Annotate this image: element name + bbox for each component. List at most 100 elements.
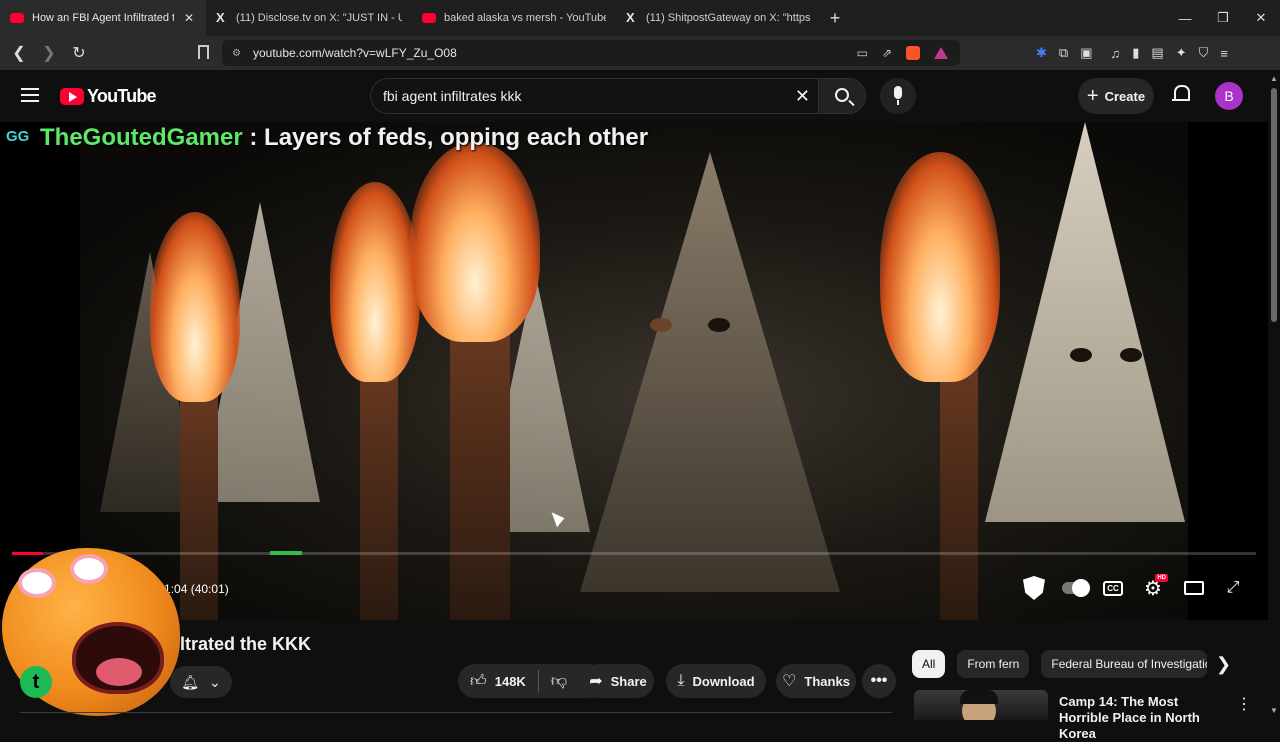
- chip-all[interactable]: All: [912, 650, 946, 678]
- hamburger-menu-icon[interactable]: [21, 88, 39, 102]
- divider: [20, 712, 892, 720]
- address-bar[interactable]: ⚙ youtube.com/watch?v=wLFY_Zu_O08 ▭ ⇗: [222, 40, 960, 66]
- settings-button[interactable]: ⚙ HD: [1142, 574, 1168, 602]
- thumbs-down-icon: 👎︎: [550, 672, 568, 690]
- download-button[interactable]: ⤓ Download: [666, 664, 766, 698]
- thanks-button[interactable]: ♡ Thanks: [776, 664, 856, 698]
- wallet-icon[interactable]: ▤: [1151, 45, 1163, 61]
- url-actions: ▭ ⇗: [857, 40, 948, 66]
- chevron-down-icon: ⌄: [209, 673, 221, 690]
- create-button[interactable]: + Create: [1078, 78, 1154, 114]
- progress-bar[interactable]: [12, 551, 1256, 555]
- tab-title: How an FBI Agent Infiltrated the: [32, 12, 174, 24]
- torch-flame: [410, 142, 540, 342]
- notifications-bell-icon[interactable]: [1172, 85, 1190, 105]
- recommendation-title[interactable]: Camp 14: The Most Horrible Place in Nort…: [1059, 694, 1219, 742]
- brave-shields-icon[interactable]: [906, 46, 920, 60]
- logo-wordmark: YouTube: [87, 86, 157, 106]
- toggle-track: [1062, 579, 1090, 597]
- page-scrollbar[interactable]: ▲ ▼: [1268, 70, 1280, 720]
- share-button[interactable]: ➦ Share: [582, 664, 654, 698]
- window-controls: — ❐ ✕: [1166, 0, 1280, 36]
- hood-eye: [1070, 348, 1092, 362]
- like-button[interactable]: 👍︎ 148K: [458, 664, 538, 698]
- scroll-down-icon[interactable]: ▼: [1270, 706, 1278, 715]
- leo-icon[interactable]: ✦: [1176, 45, 1187, 61]
- reload-icon[interactable]: ↻: [66, 43, 92, 63]
- autoplay-toggle[interactable]: [1060, 574, 1090, 602]
- brave-rewards-icon[interactable]: [934, 47, 948, 59]
- thanks-icon: ♡: [782, 673, 797, 690]
- cast-icon[interactable]: ▭: [857, 46, 868, 60]
- tab-3[interactable]: X (11) ShitpostGateway on X: "https://t: [616, 0, 820, 36]
- back-icon[interactable]: ❮: [6, 43, 32, 63]
- clear-search-icon[interactable]: ✕: [795, 86, 810, 107]
- search-query: fbi agent infiltrates kkk: [383, 88, 522, 104]
- reader-icon[interactable]: ▣: [1080, 45, 1092, 61]
- hood-eye: [708, 318, 730, 332]
- more-icon: •••: [870, 672, 888, 689]
- hood-eye: [1120, 348, 1142, 362]
- more-vert-icon[interactable]: ⋮: [1236, 694, 1252, 714]
- music-icon[interactable]: ♫: [1111, 46, 1121, 61]
- subscription-bell-button[interactable]: 🔔︎ ⌄: [170, 666, 232, 698]
- plus-icon: +: [1086, 84, 1099, 107]
- create-label: Create: [1104, 88, 1146, 104]
- menu-icon[interactable]: ≡: [1220, 46, 1228, 61]
- tab-0[interactable]: How an FBI Agent Infiltrated the ✕: [0, 0, 206, 36]
- hd-badge: HD: [1155, 574, 1168, 582]
- torch-flame: [330, 182, 420, 382]
- tab-2[interactable]: baked alaska vs mersh - YouTube: [412, 0, 616, 36]
- search-button[interactable]: [818, 78, 866, 114]
- torch: [940, 342, 978, 620]
- like-count: 148K: [494, 673, 526, 689]
- theater-mode-button[interactable]: [1182, 574, 1206, 602]
- share-page-icon[interactable]: ⇗: [882, 46, 892, 60]
- chat-overlay: TheGoutedGamer : Layers of feds, opping …: [40, 124, 648, 152]
- chip-from-channel[interactable]: From fern: [957, 650, 1030, 678]
- thumbnail-hair: [960, 690, 998, 704]
- scroll-up-icon[interactable]: ▲: [1270, 74, 1278, 83]
- recommendation-thumbnail[interactable]: [914, 690, 1048, 720]
- tab-1[interactable]: X (11) Disclose.tv on X: "JUST IN - UK r: [206, 0, 412, 36]
- close-icon[interactable]: ✕: [184, 11, 194, 25]
- account-avatar[interactable]: B: [1215, 82, 1243, 110]
- scrollbar-thumb[interactable]: [1271, 88, 1277, 322]
- extension-icon[interactable]: ✱: [1036, 45, 1047, 61]
- sidebar-icon[interactable]: ▮: [1132, 45, 1139, 61]
- site-info-icon[interactable]: ⚙: [232, 48, 241, 59]
- chip-topic[interactable]: Federal Bureau of Investigation: [1041, 650, 1208, 678]
- youtube-icon: [10, 13, 24, 23]
- video-title: ltrated the KKK: [180, 634, 312, 654]
- forward-icon[interactable]: ❯: [36, 43, 62, 63]
- chat-message: : Layers of feds, opping each other: [242, 124, 649, 151]
- captions-button[interactable]: CC: [1102, 574, 1124, 602]
- youtube-logo[interactable]: YouTube: [60, 86, 157, 107]
- fullscreen-button[interactable]: ⤢: [1222, 574, 1244, 602]
- more-actions-button[interactable]: •••: [862, 664, 896, 698]
- sponsorblock-button[interactable]: [1020, 574, 1048, 602]
- hood-figure: [985, 122, 1185, 522]
- browser-tabbar: How an FBI Agent Infiltrated the ✕ X (11…: [0, 0, 1280, 36]
- torch: [360, 342, 398, 620]
- voice-search-button[interactable]: [880, 78, 916, 114]
- bell-icon: 🔔︎: [181, 673, 200, 690]
- minimize-icon[interactable]: —: [1166, 11, 1204, 26]
- channel-logo[interactable]: t: [20, 666, 52, 698]
- search-input[interactable]: fbi agent infiltrates kkk ✕: [370, 78, 820, 114]
- puzzle-icon[interactable]: ⧉: [1059, 45, 1068, 61]
- torch-flame: [150, 212, 240, 402]
- dislike-button[interactable]: 👎︎: [539, 664, 579, 698]
- close-window-icon[interactable]: ✕: [1242, 10, 1280, 26]
- torch: [450, 302, 510, 620]
- vpn-icon[interactable]: ⛉: [1199, 45, 1209, 61]
- mascot-mouth: [72, 622, 164, 694]
- download-label: Download: [692, 673, 755, 689]
- bookmark-icon[interactable]: [198, 45, 209, 59]
- chevron-right-icon[interactable]: ❯: [1216, 654, 1238, 675]
- restore-icon[interactable]: ❐: [1204, 10, 1242, 26]
- toggle-knob: [1072, 579, 1090, 597]
- new-tab-button[interactable]: +: [820, 8, 850, 29]
- video-player[interactable]: GG TheGoutedGamer : Layers of feds, oppi…: [0, 122, 1268, 620]
- shield-icon: [1023, 576, 1045, 600]
